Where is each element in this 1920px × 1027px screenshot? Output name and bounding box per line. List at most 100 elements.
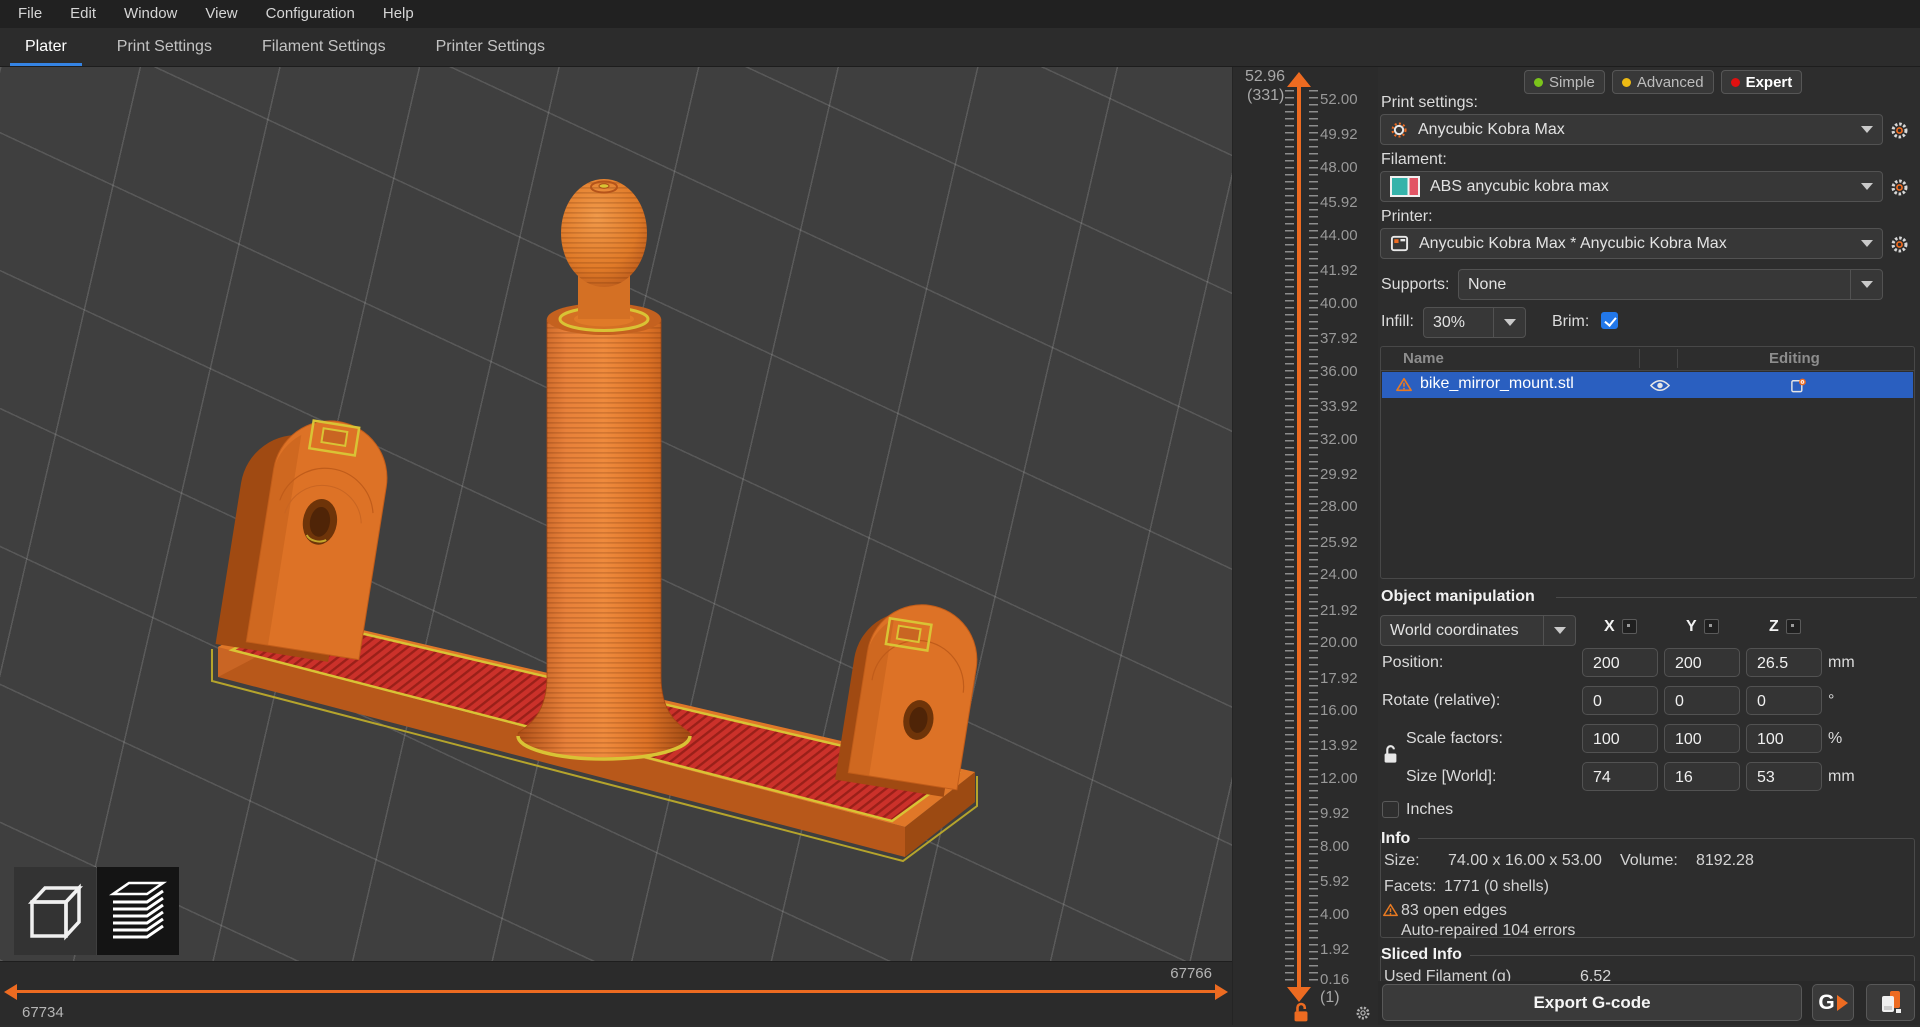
size-z-field[interactable]: 53	[1746, 762, 1822, 791]
inches-checkbox[interactable]	[1382, 801, 1399, 818]
layer-slider-track[interactable]	[1297, 86, 1301, 988]
tab-bar: PlaterPrint SettingsFilament SettingsPri…	[0, 28, 1920, 67]
mode-expert[interactable]: Expert	[1721, 70, 1803, 94]
column-editing: Editing	[1769, 350, 1820, 367]
scale-x-field[interactable]: 100	[1582, 724, 1658, 753]
info-warning-text: 83 open edges	[1401, 902, 1507, 920]
print-settings-select[interactable]: Anycubic Kobra Max	[1380, 114, 1883, 145]
object-list[interactable]: Name Editing bike_mirror_mount.stl	[1380, 346, 1915, 579]
filament-value: ABS anycubic kobra max	[1430, 178, 1609, 196]
filament-label: Filament:	[1381, 151, 1447, 169]
layer-tick-5.92: 5.92	[1320, 873, 1378, 890]
axis-y-header: Y	[1686, 618, 1697, 636]
supports-chevron-button[interactable]	[1850, 270, 1873, 299]
edit-object-icon[interactable]	[1790, 376, 1807, 399]
position-row: Position:20020026.5mm	[1378, 648, 1920, 679]
scale-y-field[interactable]: 100	[1664, 724, 1740, 753]
menu-edit[interactable]: Edit	[56, 0, 110, 28]
size-y-field[interactable]: 16	[1664, 762, 1740, 791]
filament-gear-button[interactable]	[1886, 174, 1912, 200]
move-slider-max: 67766	[1170, 965, 1212, 982]
layer-tick-9.92: 9.92	[1320, 805, 1378, 822]
move-slider-right-handle[interactable]	[1215, 984, 1228, 1000]
chevron-down-icon	[1554, 627, 1566, 634]
tab-print-settings[interactable]: Print Settings	[92, 28, 237, 66]
layer-slider-column[interactable]: 52.96 (331) 52.0049.9248.0045.9244.0041.…	[1232, 67, 1378, 1025]
infill-label: Infill:	[1381, 313, 1414, 331]
move-slider-left-handle[interactable]	[4, 984, 17, 1000]
position-z-field[interactable]: 26.5	[1746, 648, 1822, 677]
layer-tick-40.00: 40.00	[1320, 295, 1378, 312]
layer-tick-4.00: 4.00	[1320, 906, 1378, 923]
unlock-icon[interactable]	[1292, 1002, 1310, 1027]
mode-advanced[interactable]: Advanced	[1612, 70, 1714, 94]
menu-window[interactable]: Window	[110, 0, 191, 28]
sliced-model-preview	[0, 67, 1232, 961]
coords-chevron-button[interactable]	[1543, 616, 1566, 645]
axis-x-icon[interactable]	[1622, 619, 1637, 634]
size-x-field[interactable]: 74	[1582, 762, 1658, 791]
object-row-selected[interactable]: bike_mirror_mount.stl	[1382, 372, 1913, 398]
preview-layers-view-button[interactable]	[97, 867, 179, 955]
filament-color-swatch-icon	[1390, 176, 1420, 197]
chevron-down-icon	[1861, 240, 1873, 247]
chevron-down-icon	[1861, 126, 1873, 133]
scale-lock-icon[interactable]	[1383, 744, 1398, 769]
layer-tick-24.00: 24.00	[1320, 566, 1378, 583]
layer-slider-bottom-handle[interactable]	[1287, 987, 1311, 1002]
gcode-move-slider[interactable]: 67766 67734	[0, 961, 1232, 1025]
coordinate-system-select[interactable]: World coordinates	[1380, 615, 1576, 646]
export-gcode-quick-button[interactable]: G	[1812, 984, 1854, 1021]
mode-simple[interactable]: Simple	[1524, 70, 1605, 94]
menu-file[interactable]: File	[4, 0, 56, 28]
info-size-value: 74.00 x 16.00 x 53.00	[1448, 852, 1602, 870]
rotate-x-field[interactable]: 0	[1582, 686, 1658, 715]
export-to-sd-button[interactable]	[1866, 984, 1915, 1021]
tab-printer-settings[interactable]: Printer Settings	[411, 28, 570, 66]
tab-plater[interactable]: Plater	[0, 28, 92, 66]
printer-gear-button[interactable]	[1886, 231, 1912, 257]
menu-view[interactable]: View	[191, 0, 251, 28]
gear-icon	[1890, 178, 1909, 197]
menu-help[interactable]: Help	[369, 0, 428, 28]
tab-filament-settings[interactable]: Filament Settings	[237, 28, 411, 66]
size-unit: mm	[1828, 768, 1855, 786]
slider-gear-icon[interactable]	[1355, 1005, 1371, 1026]
layer-slider-top-handle[interactable]	[1287, 72, 1311, 87]
position-x-field[interactable]: 200	[1582, 648, 1658, 677]
print-settings-gear-button[interactable]	[1886, 117, 1912, 143]
layer-tick-1.92: 1.92	[1320, 941, 1378, 958]
scale-label: Scale factors:	[1406, 730, 1503, 748]
filament-select[interactable]: ABS anycubic kobra max	[1380, 171, 1883, 202]
3d-viewport[interactable]	[0, 67, 1232, 961]
export-gcode-button[interactable]: Export G-code	[1382, 984, 1802, 1021]
move-slider-track[interactable]	[16, 990, 1216, 993]
brim-label: Brim:	[1552, 313, 1589, 331]
rotate-z-field[interactable]: 0	[1746, 686, 1822, 715]
gear-icon	[1890, 235, 1909, 254]
info-facets-value: 1771 (0 shells)	[1444, 878, 1549, 896]
infill-select[interactable]: 30%	[1423, 307, 1526, 338]
layer-slider-current-layer: (331)	[1247, 87, 1284, 105]
menu-configuration[interactable]: Configuration	[252, 0, 369, 28]
layer-tick-28.00: 28.00	[1320, 498, 1378, 515]
brim-checkbox[interactable]	[1601, 312, 1618, 329]
3d-editor-view-button[interactable]	[14, 867, 96, 955]
infill-chevron-button[interactable]	[1493, 308, 1516, 337]
layer-tick-32.00: 32.00	[1320, 431, 1378, 448]
supports-select[interactable]: None	[1458, 269, 1883, 300]
axis-z-icon[interactable]	[1786, 619, 1801, 634]
eye-icon[interactable]	[1650, 379, 1670, 397]
layer-tick-49.92: 49.92	[1320, 126, 1378, 143]
position-y-field[interactable]: 200	[1664, 648, 1740, 677]
printer-select[interactable]: Anycubic Kobra Max * Anycubic Kobra Max	[1380, 228, 1883, 259]
rotate-y-field[interactable]: 0	[1664, 686, 1740, 715]
info-facets-label: Facets:	[1384, 878, 1436, 896]
axis-y-icon[interactable]	[1704, 619, 1719, 634]
layer-tick-52.00: 52.00	[1320, 91, 1378, 108]
warning-triangle-icon	[1383, 903, 1398, 922]
object-manipulation-title: Object manipulation	[1381, 588, 1543, 606]
scale-z-field[interactable]: 100	[1746, 724, 1822, 753]
position-unit: mm	[1828, 654, 1855, 672]
object-list-header: Name Editing	[1381, 347, 1914, 371]
